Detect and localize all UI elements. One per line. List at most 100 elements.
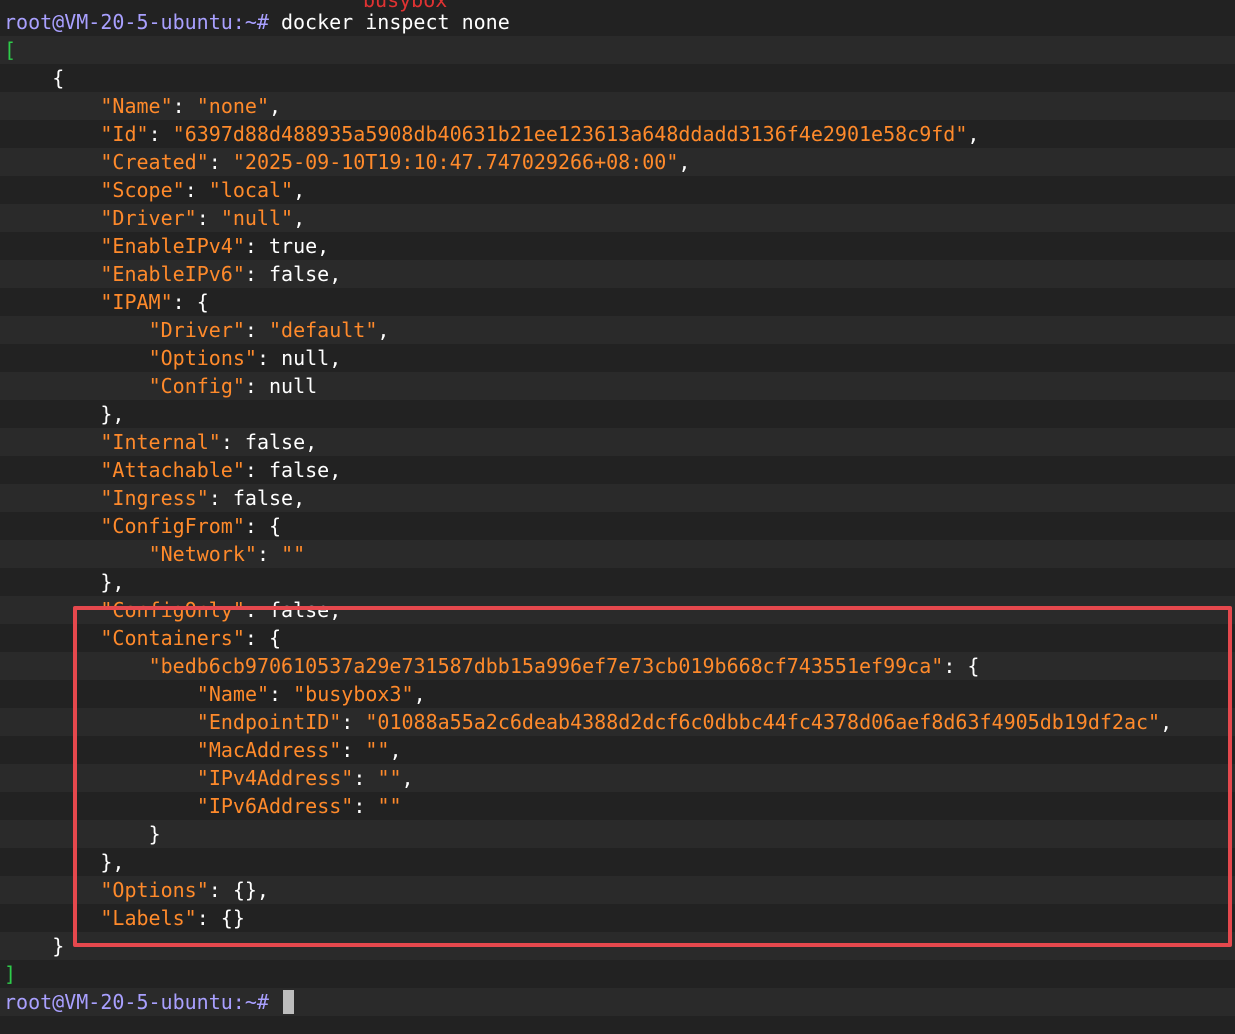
json-token: : {	[172, 290, 209, 314]
json-token: "ConfigFrom"	[100, 514, 245, 538]
json-token: "EnableIPv4"	[100, 234, 245, 258]
terminal-line: "EnableIPv4": true,	[0, 232, 1235, 260]
clipped-previous-output: busybox	[363, 0, 448, 12]
terminal-line: "Labels": {}	[0, 904, 1235, 932]
json-token: :	[353, 766, 378, 790]
json-token: "none"	[196, 94, 269, 118]
json-token: :	[208, 150, 233, 174]
json-token: :	[256, 346, 282, 370]
shell-prompt: root@VM-20-5-ubuntu:~#	[4, 10, 281, 34]
json-token: "EndpointID"	[196, 710, 342, 734]
json-token: }	[52, 934, 65, 958]
terminal-line: "Internal": false,	[0, 428, 1235, 456]
json-token: null	[269, 374, 318, 398]
json-token: ,	[1160, 710, 1173, 734]
json-token: : {},	[208, 878, 269, 902]
terminal-line: "IPv6Address": ""	[0, 792, 1235, 820]
json-token: :	[244, 262, 269, 286]
json-token: "Name"	[100, 94, 173, 118]
json-token: "null"	[220, 206, 294, 230]
json-token: :	[244, 318, 270, 342]
json-token: : {	[943, 654, 980, 678]
json-token: ,	[329, 598, 342, 622]
json-token: },	[100, 570, 125, 594]
terminal-line: [	[0, 36, 1235, 64]
terminal-line: "Name": "none",	[0, 92, 1235, 120]
terminal-line: "IPAM": {	[0, 288, 1235, 316]
json-token: "EnableIPv6"	[100, 262, 245, 286]
json-token: ""	[377, 766, 402, 790]
terminal-line: }	[0, 932, 1235, 960]
terminal-line: },	[0, 568, 1235, 596]
json-token: ,	[389, 738, 402, 762]
terminal-line: "Id": "6397d88d488935a5908db40631b21ee12…	[0, 120, 1235, 148]
json-token: ,	[268, 94, 282, 118]
json-token: ""	[365, 738, 390, 762]
json-token: ""	[281, 542, 306, 566]
terminal-line: "Network": ""	[0, 540, 1235, 568]
json-token: ,	[293, 486, 306, 510]
json-token: "ConfigOnly"	[100, 598, 245, 622]
json-token: null	[281, 346, 330, 370]
json-token: ,	[377, 318, 390, 342]
terminal-line: "EndpointID": "01088a55a2c6deab4388d2dcf…	[0, 708, 1235, 736]
terminal-line: "Config": null	[0, 372, 1235, 400]
json-token: ,	[678, 150, 691, 174]
json-token: "Created"	[100, 150, 209, 174]
terminal-line: },	[0, 400, 1235, 428]
json-token: :	[196, 206, 221, 230]
terminal-line: "bedb6cb970610537a29e731587dbb15a996ef7e…	[0, 652, 1235, 680]
json-token: :	[244, 374, 270, 398]
json-token: ,	[329, 458, 342, 482]
terminal-line: }	[0, 820, 1235, 848]
json-token: :	[184, 178, 209, 202]
terminal-line: {	[0, 64, 1235, 92]
json-token: ,	[305, 430, 318, 454]
json-token: "Internal"	[100, 430, 221, 454]
json-token: "Config"	[148, 374, 245, 398]
terminal-window[interactable]: root@VM-20-5-ubuntu:~# docker inspect no…	[0, 0, 1235, 1034]
terminal-line: ]	[0, 960, 1235, 988]
json-token: ,	[317, 234, 330, 258]
json-token: :	[256, 542, 282, 566]
json-token: false	[232, 486, 294, 510]
json-token: ,	[401, 766, 414, 790]
terminal-line: "Created": "2025-09-10T19:10:47.74702926…	[0, 148, 1235, 176]
json-token: :	[244, 458, 269, 482]
terminal-line: "Options": null,	[0, 344, 1235, 372]
terminal-line: "ConfigOnly": false,	[0, 596, 1235, 624]
json-token: ""	[377, 794, 402, 818]
terminal-line: root@VM-20-5-ubuntu:~#	[0, 988, 1235, 1016]
json-token: "01088a55a2c6deab4388d2dcf6c0dbbc44fc437…	[365, 710, 1161, 734]
json-token: "Labels"	[100, 906, 197, 930]
json-token: "IPAM"	[100, 290, 173, 314]
json-token: },	[100, 850, 125, 874]
shell-prompt: root@VM-20-5-ubuntu:~#	[4, 990, 281, 1014]
json-token: : {	[244, 514, 282, 538]
json-token: ]	[4, 962, 17, 986]
terminal-line: "MacAddress": "",	[0, 736, 1235, 764]
json-token: :	[220, 430, 245, 454]
terminal-line: },	[0, 848, 1235, 876]
json-token: false	[244, 430, 306, 454]
json-token: :	[208, 486, 233, 510]
json-token: "Ingress"	[100, 486, 209, 510]
json-token: :	[341, 710, 366, 734]
json-token: true	[268, 234, 318, 258]
json-token: false	[268, 262, 330, 286]
json-token: "Id"	[100, 122, 149, 146]
json-token: "busybox3"	[293, 682, 414, 706]
json-token: ,	[293, 206, 306, 230]
json-token: [	[4, 38, 17, 62]
text-cursor	[282, 989, 294, 1014]
json-token: "Name"	[196, 682, 270, 706]
json-token: "local"	[208, 178, 294, 202]
terminal-line: "Driver": "null",	[0, 204, 1235, 232]
terminal-line: "Scope": "local",	[0, 176, 1235, 204]
json-token: "Options"	[100, 878, 209, 902]
json-token: :	[172, 94, 197, 118]
terminal-line: "Driver": "default",	[0, 316, 1235, 344]
json-token: :	[341, 738, 366, 762]
json-token: "default"	[269, 318, 378, 342]
json-token: :	[269, 682, 294, 706]
